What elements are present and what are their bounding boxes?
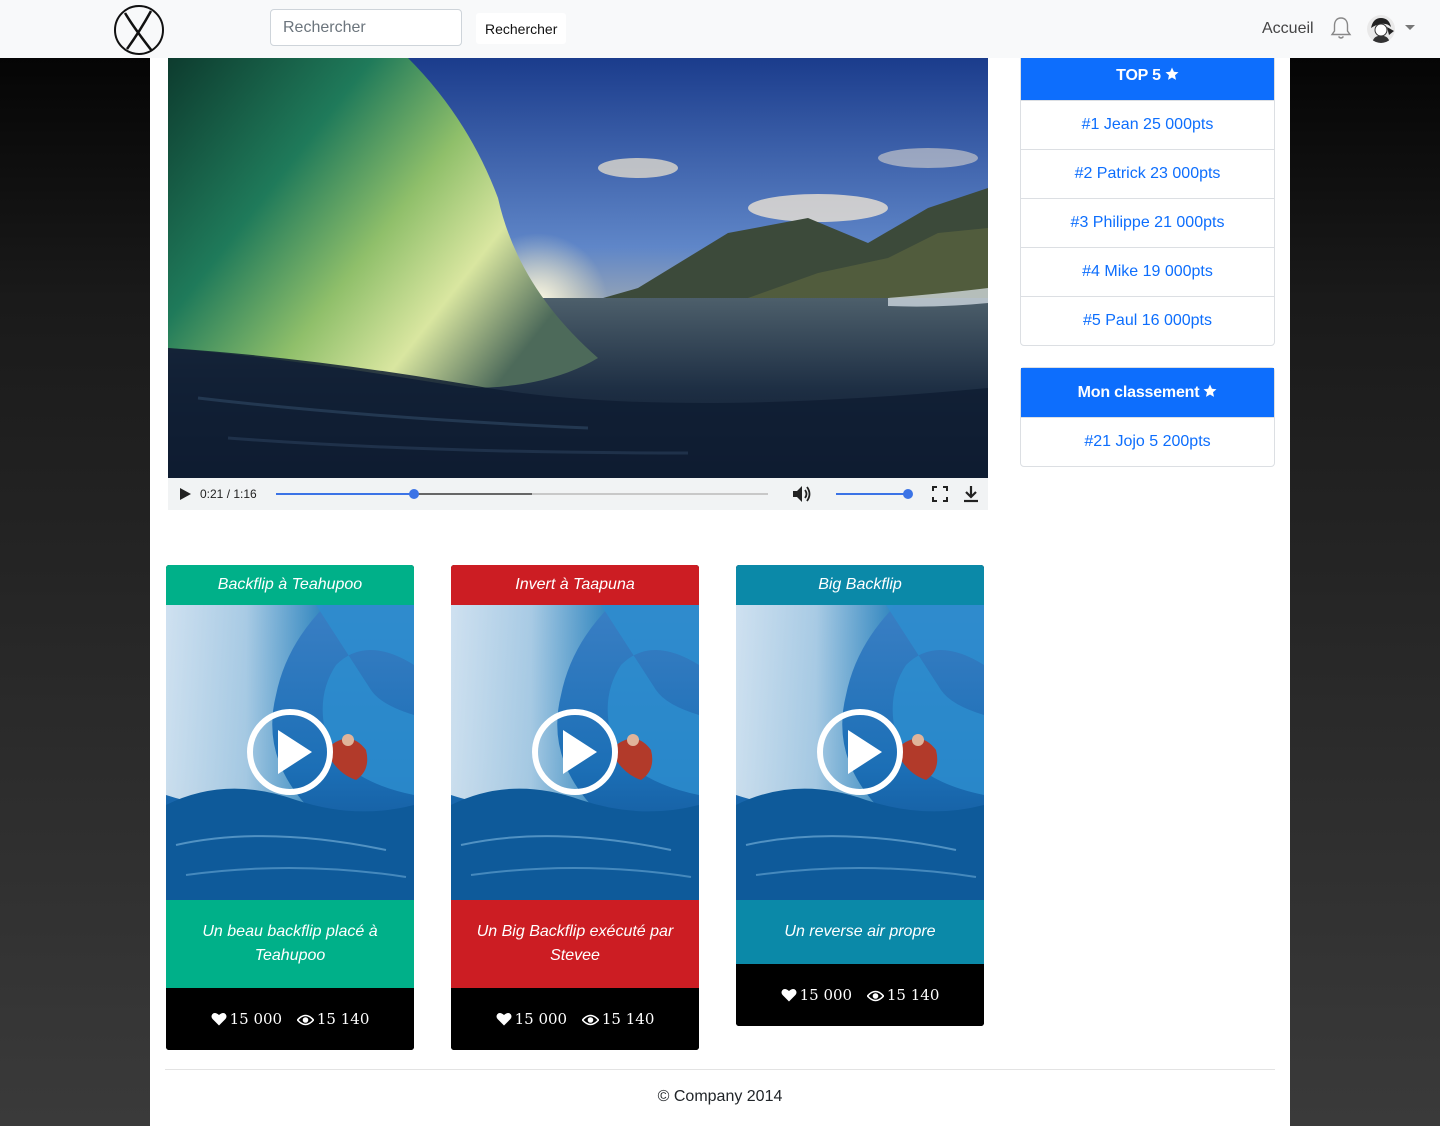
likes-count: 15 000	[799, 986, 853, 1004]
star-icon	[1165, 67, 1179, 80]
top5-title: TOP 5	[1116, 67, 1161, 84]
video-card-title[interactable]: Backflip à Teahupoo	[166, 565, 414, 605]
top5-item[interactable]: #2 Patrick 23 000pts	[1021, 149, 1274, 198]
nav-home-link[interactable]: Accueil	[1262, 20, 1314, 38]
search-button[interactable]: Rechercher	[476, 13, 567, 44]
video-card-thumbnail[interactable]	[451, 605, 699, 900]
heart-icon[interactable]	[781, 988, 797, 1002]
top5-item[interactable]: #1 Jean 25 000pts	[1021, 100, 1274, 149]
logo-icon[interactable]	[112, 3, 166, 57]
chevron-down-icon[interactable]	[1404, 22, 1416, 32]
video-controls: 0:21 / 1:16	[168, 478, 988, 510]
video-frame[interactable]	[168, 58, 988, 478]
video-time: 0:21 / 1:16	[200, 487, 257, 501]
search-input[interactable]	[270, 9, 462, 46]
my-rank-item[interactable]: #21 Jojo 5 200pts	[1021, 417, 1274, 466]
video-card: Invert à Taapuna Un Big Backflip exécuté…	[451, 565, 699, 1050]
video-card-description: Un reverse air propre	[736, 900, 984, 964]
footer-divider	[165, 1069, 1275, 1070]
top-navbar: Rechercher Accueil	[0, 0, 1440, 58]
views-count: 15 140	[886, 986, 940, 1004]
eye-icon	[296, 1014, 315, 1026]
video-card-thumbnail[interactable]	[166, 605, 414, 900]
video-card-stats: 15 000 15 140	[166, 988, 414, 1050]
video-player[interactable]: 0:21 / 1:16	[168, 58, 988, 510]
my-rank-card: Mon classement #21 Jojo 5 200pts	[1020, 367, 1275, 467]
views-count: 15 140	[316, 1010, 370, 1028]
eye-icon	[866, 990, 885, 1002]
download-icon[interactable]	[962, 485, 980, 503]
play-icon[interactable]	[178, 487, 192, 501]
views-count: 15 140	[601, 1010, 655, 1028]
video-card-description: Un beau backflip placé à Teahupoo	[166, 900, 414, 988]
video-card: Backflip à Teahupoo Un beau backflip pla…	[166, 565, 414, 1050]
heart-icon[interactable]	[496, 1012, 512, 1026]
volume-slider[interactable]	[836, 489, 913, 499]
my-rank-title: Mon classement	[1077, 384, 1200, 401]
bell-icon[interactable]	[1330, 16, 1352, 40]
top5-item[interactable]: #4 Mike 19 000pts	[1021, 247, 1274, 296]
avatar-icon	[1367, 15, 1395, 43]
likes-count: 15 000	[514, 1010, 568, 1028]
user-avatar[interactable]	[1367, 15, 1395, 43]
volume-handle[interactable]	[903, 489, 913, 499]
star-icon	[1203, 384, 1217, 397]
eye-icon	[581, 1014, 600, 1026]
video-card-stats: 15 000 15 140	[736, 964, 984, 1026]
top5-item[interactable]: #3 Philippe 21 000pts	[1021, 198, 1274, 247]
video-card-title[interactable]: Invert à Taapuna	[451, 565, 699, 605]
my-rank-header: Mon classement	[1021, 368, 1274, 417]
video-progress-bar[interactable]	[276, 489, 768, 499]
video-card-stats: 15 000 15 140	[451, 988, 699, 1050]
video-played-bar	[276, 493, 414, 495]
volume-icon[interactable]	[792, 485, 812, 503]
top5-item[interactable]: #5 Paul 16 000pts	[1021, 296, 1274, 345]
top5-header: TOP 5	[1021, 51, 1274, 100]
likes-count: 15 000	[229, 1010, 283, 1028]
video-card: Big Backflip Un reverse air propre 15 00…	[736, 565, 984, 1026]
footer-copyright: © Company 2014	[657, 1088, 783, 1105]
video-card-title[interactable]: Big Backflip	[736, 565, 984, 605]
volume-level-bar	[836, 493, 908, 495]
fullscreen-icon[interactable]	[932, 486, 948, 502]
video-card-description: Un Big Backflip exécuté par Stevee	[451, 900, 699, 988]
content-panel: 0:21 / 1:16 TOP 5 #1 Jean 25 000pts #2 P…	[150, 50, 1290, 1126]
video-card-thumbnail[interactable]	[736, 605, 984, 900]
top5-card: TOP 5 #1 Jean 25 000pts #2 Patrick 23 00…	[1020, 50, 1275, 346]
heart-icon[interactable]	[211, 1012, 227, 1026]
video-progress-handle[interactable]	[408, 489, 419, 499]
wave-video-image	[168, 58, 988, 478]
